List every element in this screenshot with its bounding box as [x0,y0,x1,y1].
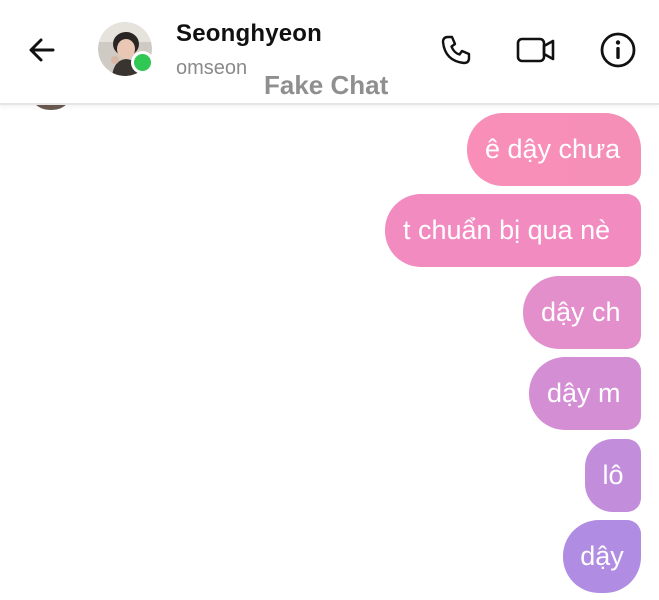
info-button[interactable] [596,28,640,72]
arrow-left-icon [29,38,55,62]
info-icon [600,32,636,68]
online-status-dot [131,51,154,74]
message-list[interactable]: ê dậy chưa t chuẩn bị qua nè dậy ch dậy … [0,105,659,600]
phone-icon [441,35,471,65]
video-call-button[interactable] [514,28,558,72]
message-bubble[interactable]: dậy m [529,357,641,430]
watermark: Fake Chat [264,70,389,100]
video-camera-icon [516,37,555,63]
avatar[interactable] [98,22,154,76]
chat-screen: Seonghyeon omseon Fake Chat ê dậy chưa t… [0,0,659,600]
contact-subtitle: omseon [176,57,248,79]
contact-name[interactable]: Seonghyeon [176,20,322,48]
message-bubble[interactable]: lô [585,439,641,512]
message-bubble[interactable]: dậy [563,520,641,593]
message-bubble[interactable]: ê dậy chưa [467,113,641,186]
back-button[interactable] [20,28,64,72]
call-button[interactable] [434,28,478,72]
message-bubble[interactable]: dậy ch [523,276,641,349]
message-bubble[interactable]: t chuẩn bị qua nè [385,194,641,267]
